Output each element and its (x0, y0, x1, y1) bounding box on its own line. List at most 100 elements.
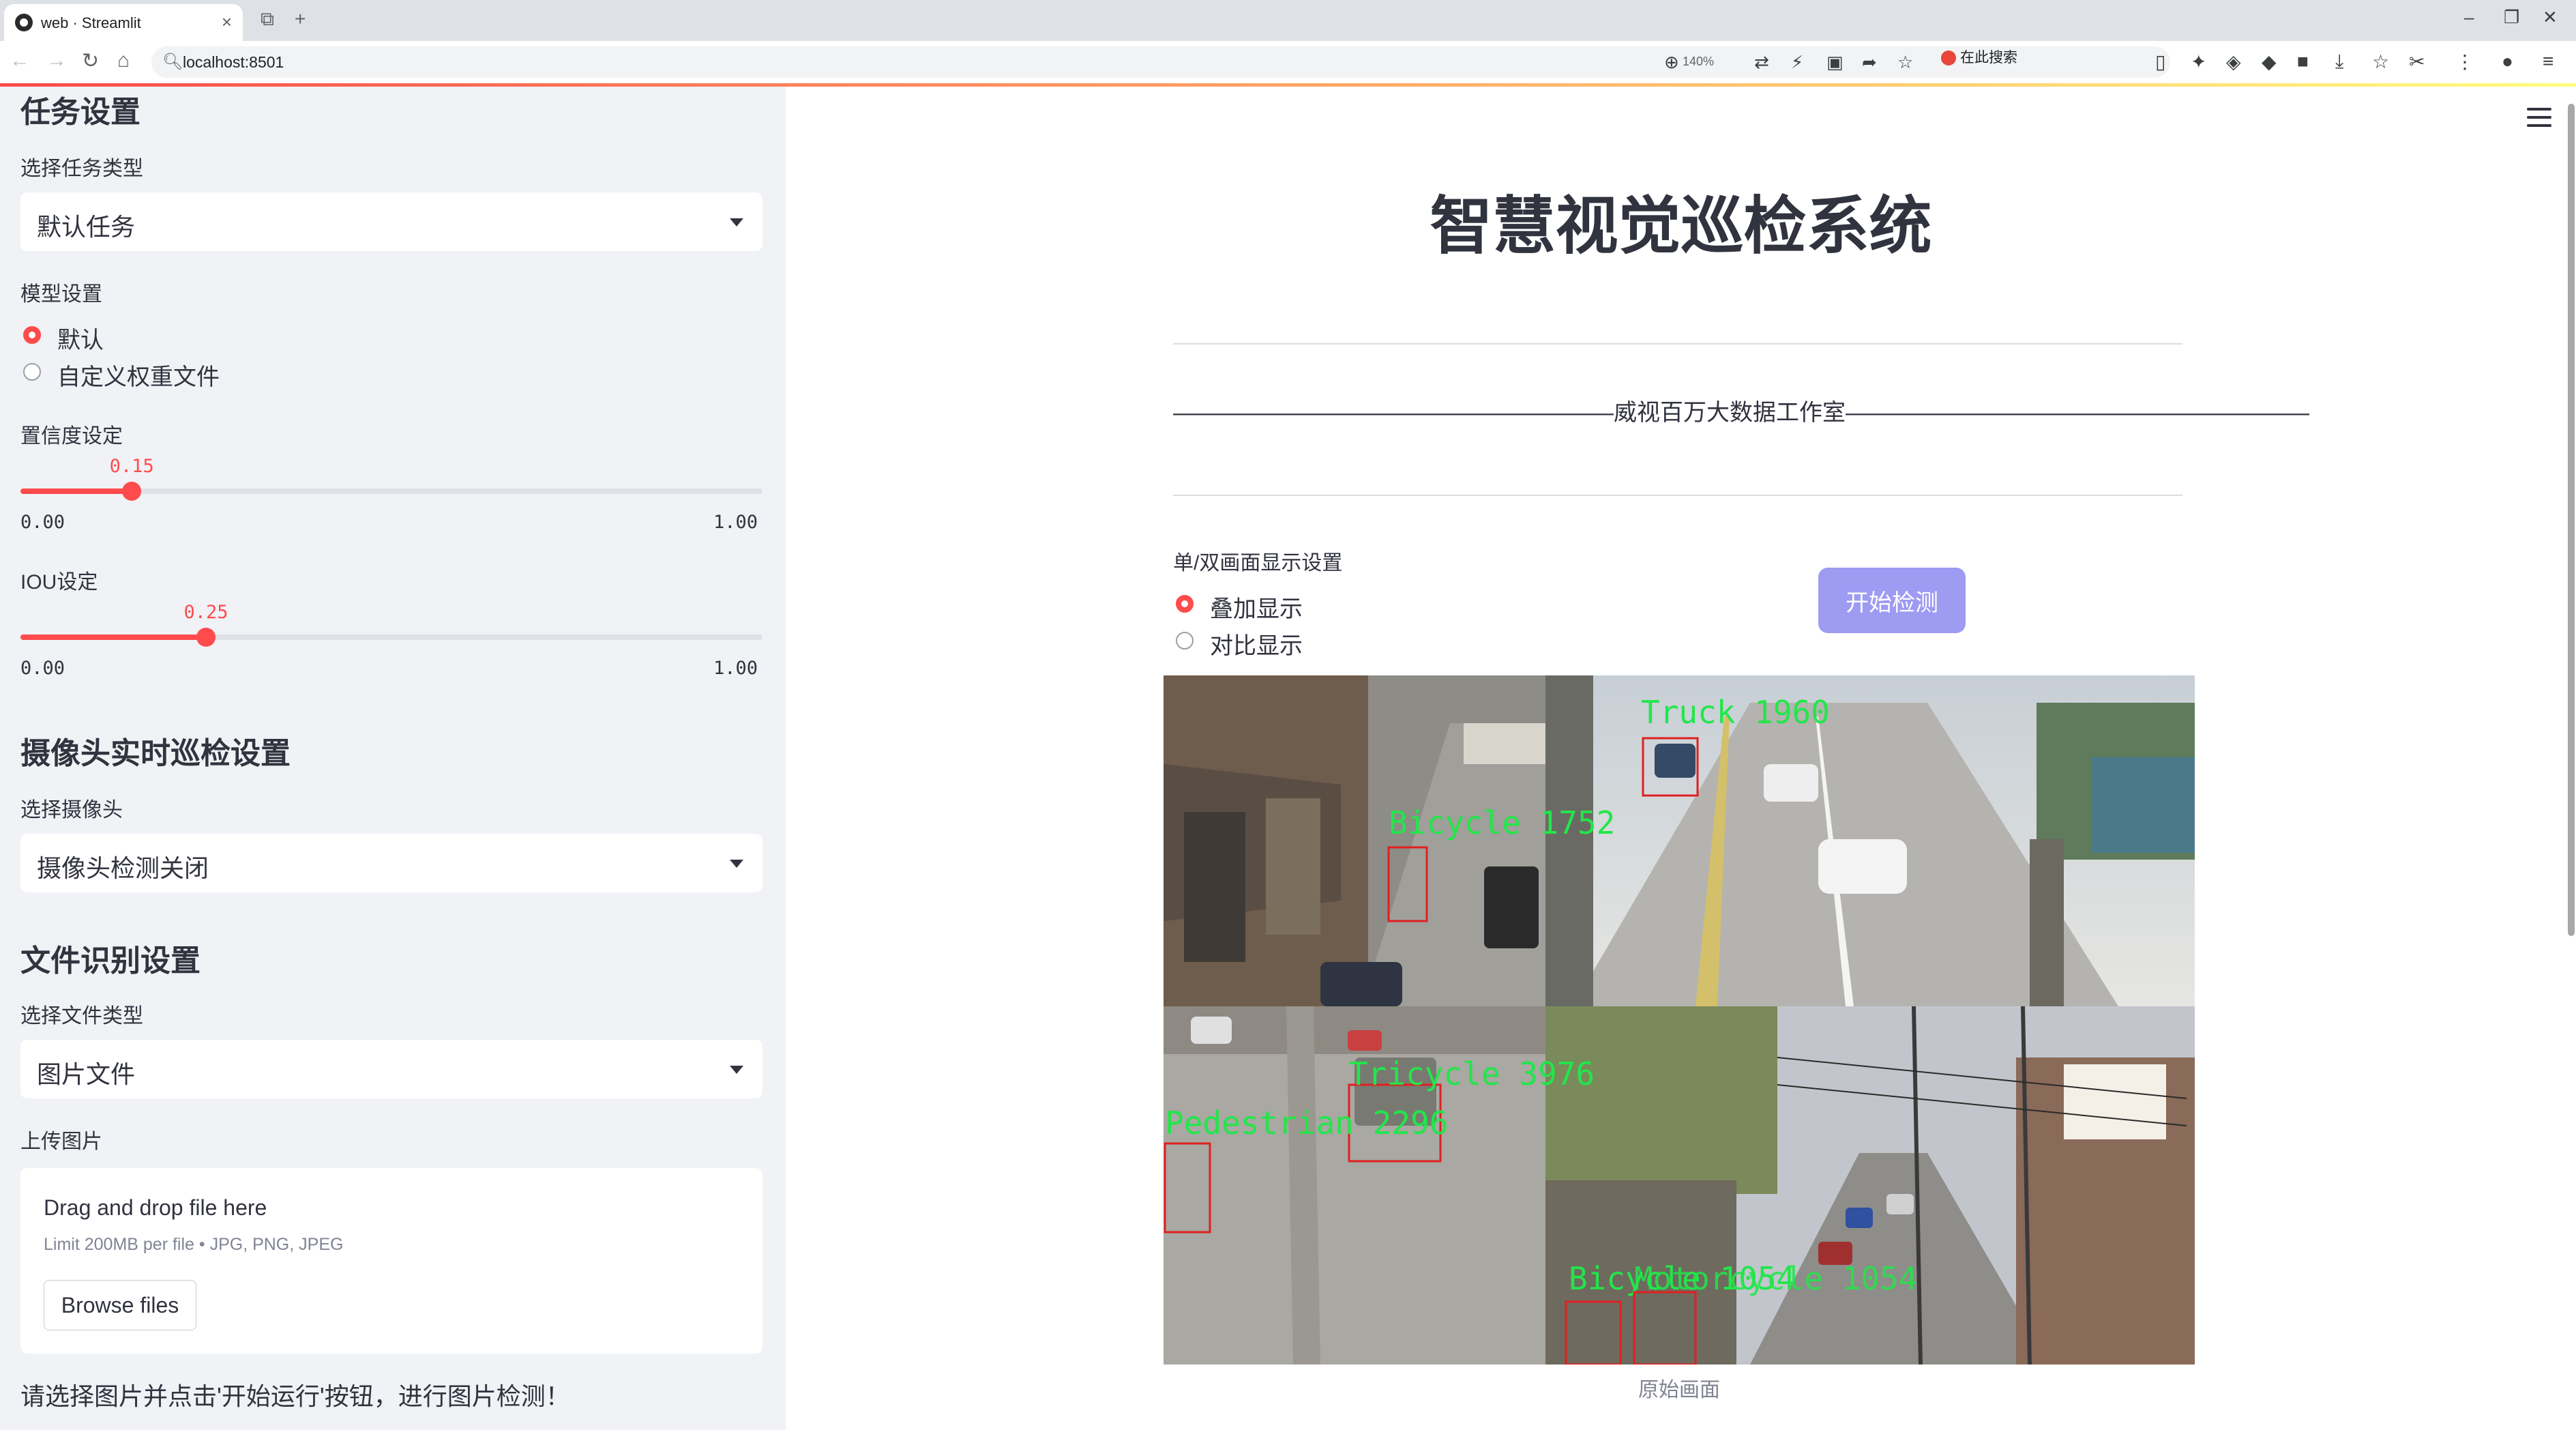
extension-4-icon[interactable]: ■ (2297, 50, 2309, 72)
scissors-icon[interactable]: ✂ (2409, 50, 2425, 73)
main-scrollbar[interactable] (2566, 104, 2576, 936)
browser-menu-icon[interactable]: ≡ (2543, 50, 2553, 72)
divider-bottom (1173, 495, 2182, 496)
task-section-title: 任务设置 (20, 96, 140, 129)
confidence-label: 置信度设定 (20, 425, 123, 448)
favorites-icon[interactable]: ☆ (2372, 50, 2389, 73)
home-icon[interactable]: ⌂ (117, 49, 130, 72)
radio-unselected-icon (23, 363, 41, 381)
radio-selected-icon (1176, 595, 1194, 613)
iou-max: 1.00 (713, 658, 758, 679)
file-uploader-dropzone[interactable]: Drag and drop file here Limit 200MB per … (20, 1168, 763, 1354)
detection-label-truck: Truck 1960 (1641, 694, 1830, 731)
header-decoration-bar (0, 83, 2576, 87)
iou-min: 0.00 (20, 658, 65, 679)
address-url[interactable]: localhost:8501 (183, 53, 284, 72)
search-engine-text: 在此搜索 (1960, 50, 2017, 65)
upload-limit-text: Limit 200MB per file • JPG, PNG, JPEG (44, 1235, 344, 1254)
streamlit-app: 任务设置 选择任务类型 默认任务 模型设置 默认 自定义权重文件 置信度设定 0… (0, 83, 2576, 1430)
more-tools-icon[interactable]: ⋮ (2455, 50, 2474, 73)
task-type-value: 默认任务 (37, 213, 136, 241)
main-content: 智慧视觉巡检系统 ———————————————————威视百万大数据工作室——… (786, 83, 2576, 1430)
detection-result-image: Truck 1960 Bicycle 1752 Tricycle 3976 Pe… (1164, 675, 2195, 1365)
upload-hint: 请选择图片并点击'开始运行'按钮，进行图片检测！ (20, 1382, 570, 1410)
browser-tab-bar: web · Streamlit × ⧉ + – ❐ ✕ (0, 0, 2576, 41)
app-menu-icon[interactable] (2527, 108, 2551, 127)
detection-label-bicycle-top: Bicycle 1752 (1389, 804, 1615, 841)
model-option-custom: 自定义权重文件 (57, 364, 220, 390)
reload-icon[interactable]: ↻ (82, 49, 99, 73)
iou-label: IOU设定 (20, 571, 98, 594)
detection-label-tricycle: Tricycle 3976 (1349, 1055, 1595, 1092)
start-detection-button[interactable]: 开始检测 (1818, 568, 1966, 633)
back-icon[interactable]: ← (10, 49, 30, 72)
file-type-label: 选择文件类型 (20, 1005, 143, 1027)
browse-files-button[interactable]: Browse files (44, 1280, 196, 1330)
iou-slider[interactable] (20, 628, 763, 647)
task-type-select[interactable]: 默认任务 (20, 192, 763, 251)
zoom-icon[interactable]: ⊕ (1664, 52, 1679, 73)
confidence-slider-fill (20, 488, 132, 494)
sidebar: 任务设置 选择任务类型 默认任务 模型设置 默认 自定义权重文件 置信度设定 0… (0, 83, 786, 1430)
camera-value: 摄像头检测关闭 (37, 854, 209, 882)
drag-drop-text: Drag and drop file here (44, 1195, 267, 1220)
address-bar[interactable]: 🔍︎ localhost:8501 ⊕ 140% ⇄ ⚡ ▣ ➦ ☆ (151, 46, 2170, 78)
confidence-max: 1.00 (713, 512, 758, 533)
confidence-min: 0.00 (20, 512, 65, 533)
camera-label: 选择摄像头 (20, 799, 123, 821)
file-type-select[interactable]: 图片文件 (20, 1040, 763, 1098)
display-mode-label: 单/双画面显示设置 (1173, 552, 1343, 574)
detection-label-pedestrian: Pedestrian 2296 (1165, 1105, 1448, 1141)
site-info-icon[interactable]: 🔍︎ (162, 52, 183, 72)
chevron-down-icon (730, 218, 743, 227)
extension-2-icon[interactable]: ◈ (2226, 50, 2241, 73)
streamlit-favicon-icon (15, 14, 33, 31)
confidence-value: 0.15 (109, 456, 154, 477)
browser-tab[interactable]: web · Streamlit × (4, 4, 243, 41)
image-caption: 原始画面 (1638, 1379, 1720, 1401)
studio-banner: ———————————————————威视百万大数据工作室———————————… (1173, 400, 2309, 426)
iou-value: 0.25 (183, 602, 228, 623)
forward-icon[interactable]: → (46, 49, 67, 72)
model-option-default: 默认 (57, 327, 104, 353)
restore-icon[interactable]: ❐ (2504, 7, 2519, 28)
upload-label: 上传图片 (20, 1130, 102, 1153)
tab-title: web · Streamlit (41, 14, 141, 31)
profile-avatar-icon[interactable]: ● (2502, 50, 2513, 72)
display-option-overlay: 叠加显示 (1210, 596, 1303, 622)
camera-select[interactable]: 摄像头检测关闭 (20, 834, 763, 892)
iou-slider-thumb[interactable] (196, 628, 216, 647)
browser-toolbar: ← → ↻ ⌂ 🔍︎ localhost:8501 ⊕ 140% ⇄ ⚡ ▣ ➦… (0, 41, 2576, 84)
share-icon[interactable]: ➦ (1862, 52, 1877, 73)
extension-3-icon[interactable]: ◆ (2262, 50, 2277, 73)
detection-label-motorcycle: Motorcycle 1054 (1634, 1260, 1917, 1297)
translate-icon[interactable]: ⇄ (1754, 52, 1769, 73)
model-label: 模型设置 (20, 283, 102, 306)
download-icon[interactable]: ⤓ (2335, 50, 2343, 73)
confidence-slider-thumb[interactable] (122, 482, 142, 501)
tab-close-icon[interactable]: × (222, 12, 232, 33)
reading-mode-icon[interactable]: ▯ (2155, 50, 2165, 73)
chevron-down-icon (730, 1066, 743, 1074)
radio-selected-icon (23, 326, 41, 344)
scrollbar-thumb[interactable] (2568, 104, 2575, 936)
tab-group-icon[interactable]: ⧉ (261, 8, 274, 31)
page-title: 智慧视觉巡检系统 (1430, 192, 1932, 261)
task-type-label: 选择任务类型 (20, 158, 143, 180)
camera-section-title: 摄像头实时巡检设置 (20, 737, 291, 770)
chevron-down-icon (730, 860, 743, 868)
search-engine-box[interactable]: 在此搜索 (1941, 46, 2017, 67)
confidence-slider[interactable] (20, 482, 763, 501)
screenshot-icon[interactable]: ▣ (1826, 52, 1844, 73)
window-close-icon[interactable]: ✕ (2543, 7, 2558, 28)
search-engine-icon (1941, 50, 1956, 66)
divider-top (1173, 343, 2182, 345)
zoom-level: 140% (1683, 55, 1715, 68)
new-tab-icon[interactable]: + (295, 8, 306, 30)
lightning-icon[interactable]: ⚡ (1791, 52, 1803, 73)
bookmark-star-icon[interactable]: ☆ (1897, 52, 1913, 73)
extension-1-icon[interactable]: ✦ (2191, 50, 2206, 73)
iou-slider-fill (20, 634, 206, 640)
file-section-title: 文件识别设置 (20, 944, 201, 978)
minimize-icon[interactable]: – (2464, 7, 2474, 28)
